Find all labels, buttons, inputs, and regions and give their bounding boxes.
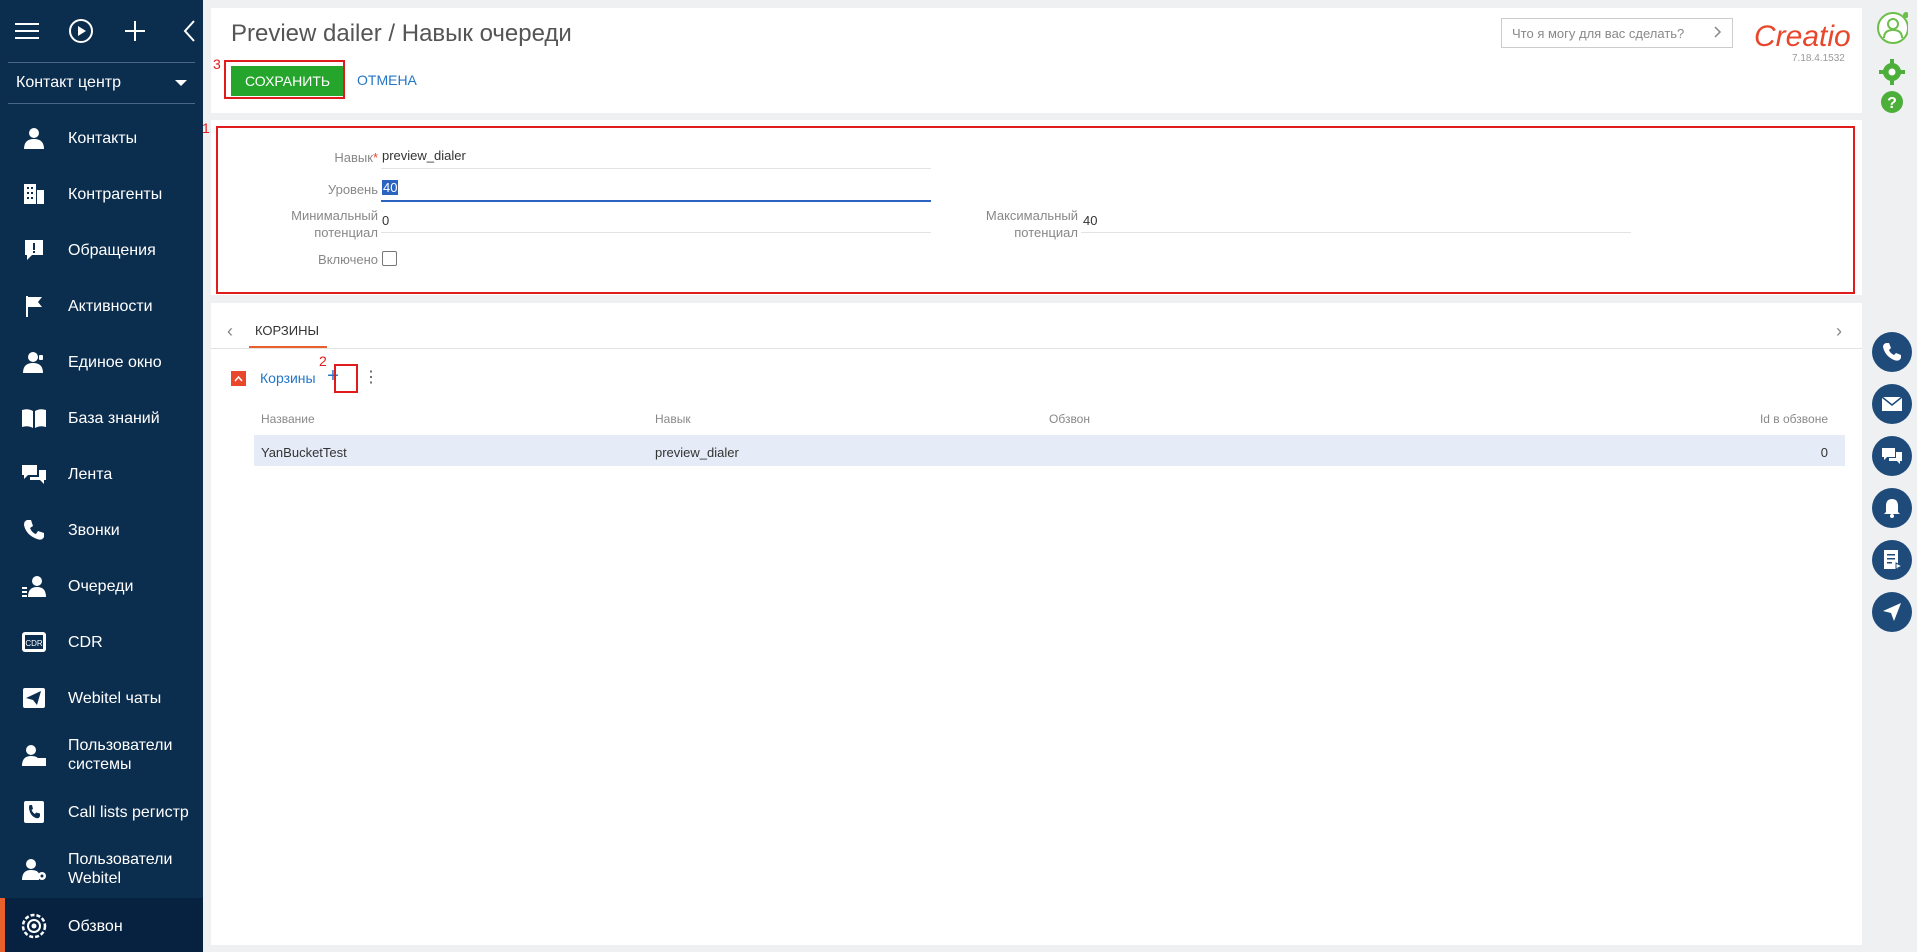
flag-icon <box>20 292 48 320</box>
phone-book-icon <box>20 798 48 826</box>
annotation-number-3: 3 <box>213 56 221 72</box>
sidebar-item-label: Пользователи системы <box>68 737 173 773</box>
bell-icon[interactable] <box>1872 488 1912 528</box>
chevron-down-icon <box>175 80 187 86</box>
tab-buckets[interactable]: КОРЗИНЫ <box>255 323 319 338</box>
email-button[interactable] <box>1872 384 1912 424</box>
collapse-group-icon[interactable] <box>231 371 246 386</box>
cancel-button[interactable]: ОТМЕНА <box>357 72 417 88</box>
queue-icon <box>20 572 48 600</box>
book-icon <box>20 404 48 432</box>
sidebar-item-label: Call lists регистр <box>68 803 189 821</box>
sidebar-item-single-window[interactable]: Единое окно <box>0 334 203 390</box>
sidebar-item-contacts[interactable]: Контакты <box>0 110 203 166</box>
person-icon <box>20 124 48 152</box>
send-icon[interactable] <box>1872 592 1912 632</box>
user-lock-icon <box>20 741 48 769</box>
sidebar-item-webitel-users[interactable]: Пользователи Webitel <box>0 840 203 898</box>
cdr-icon: CDR <box>20 628 48 656</box>
more-actions-icon[interactable]: ⋮ <box>363 367 379 387</box>
sidebar-item-label: CDR <box>68 633 103 651</box>
chat-icon <box>20 460 48 488</box>
svg-text:CDR: CDR <box>25 639 43 648</box>
sidebar-item-queues[interactable]: Очереди <box>0 558 203 614</box>
chevron-right-icon <box>1714 25 1722 41</box>
table-row[interactable] <box>254 435 1845 466</box>
annotation-number-1: 1 <box>202 120 210 136</box>
user-gear-icon <box>20 855 48 883</box>
sidebar-item-call-lists[interactable]: Call lists регистр <box>0 784 203 840</box>
plus-icon[interactable] <box>122 18 148 44</box>
sidebar-item-feed[interactable]: Лента <box>0 446 203 502</box>
right-panel: ? <box>1867 0 1917 952</box>
document-button[interactable] <box>1872 540 1912 580</box>
sidebar-item-label: Контакты <box>68 129 138 147</box>
sidebar: Контакт центр Контакты Контрагенты Обращ… <box>0 0 203 952</box>
workspace-label: Контакт центр <box>16 74 121 91</box>
alert-icon <box>20 236 48 264</box>
workspace-selector[interactable]: Контакт центр <box>8 62 195 104</box>
sidebar-item-label: Обращения <box>68 241 156 259</box>
column-header-id[interactable]: Id в обзвоне <box>1711 412 1828 426</box>
detail-section: ‹ КОРЗИНЫ › Корзины + ⋮ Название Навык О… <box>211 303 1862 945</box>
sidebar-item-label: Звонки <box>68 521 120 539</box>
tab-scroll-right-icon[interactable]: › <box>1836 321 1842 342</box>
sidebar-item-knowledge-base[interactable]: База знаний <box>0 390 203 446</box>
sidebar-item-label: Единое окно <box>68 353 162 371</box>
creatio-logo: Creatio <box>1754 20 1851 53</box>
sidebar-item-label: Лента <box>68 465 113 483</box>
sidebar-item-system-users[interactable]: Пользователи системы <box>0 726 203 784</box>
sidebar-item-label: Очереди <box>68 577 134 595</box>
agent-icon <box>20 348 48 376</box>
page-header: Preview dailer / Навык очереди СОХРАНИТЬ… <box>211 8 1862 113</box>
gear-icon[interactable] <box>1876 56 1908 88</box>
sidebar-item-dialer[interactable]: Обзвон <box>0 898 203 952</box>
sidebar-item-calls[interactable]: Звонки <box>0 502 203 558</box>
help-icon[interactable]: ? <box>1876 86 1908 118</box>
sidebar-item-label: Webitel чаты <box>68 689 162 707</box>
sidebar-item-accounts[interactable]: Контрагенты <box>0 166 203 222</box>
cell-skill: preview_dialer <box>655 445 739 460</box>
annotation-box-save <box>224 60 345 99</box>
sidebar-item-label: Контрагенты <box>68 185 163 203</box>
search-placeholder: Что я могу для вас сделать? <box>1512 25 1685 41</box>
sidebar-item-activities[interactable]: Активности <box>0 278 203 334</box>
send-icon <box>20 684 48 712</box>
tab-scroll-left-icon[interactable]: ‹ <box>227 321 233 342</box>
sidebar-item-cdr[interactable]: CDR CDR <box>0 614 203 670</box>
collapse-icon[interactable] <box>176 18 202 44</box>
phone-icon <box>20 516 48 544</box>
play-icon[interactable] <box>68 18 94 44</box>
annotation-box-add <box>334 364 358 393</box>
chat-button[interactable] <box>1872 436 1912 476</box>
sidebar-item-webitel-chats[interactable]: Webitel чаты <box>0 670 203 726</box>
sidebar-item-label: Обзвон <box>68 917 123 935</box>
svg-text:?: ? <box>1887 95 1897 112</box>
phone-call-button[interactable] <box>1872 332 1912 372</box>
column-header-name[interactable]: Название <box>261 412 315 426</box>
sidebar-item-label: Активности <box>68 297 153 315</box>
annotation-box-form <box>216 126 1855 294</box>
profile-icon[interactable] <box>1876 12 1908 44</box>
sidebar-item-label: База знаний <box>68 409 160 427</box>
annotation-number-2: 2 <box>319 353 327 369</box>
cell-id: 0 <box>1820 445 1828 460</box>
cell-name: YanBucketTest <box>261 445 347 460</box>
column-header-skill[interactable]: Навык <box>655 412 691 426</box>
menu-icon[interactable] <box>14 18 40 44</box>
column-header-dialer[interactable]: Обзвон <box>1049 412 1090 426</box>
target-icon <box>20 912 48 940</box>
version-label: 7.18.4.1532 <box>1792 53 1845 64</box>
command-search-input[interactable]: Что я могу для вас сделать? <box>1501 18 1733 48</box>
group-title[interactable]: Корзины <box>260 370 316 386</box>
sidebar-item-label: Пользователи Webitel <box>68 851 173 887</box>
page-title: Preview dailer / Навык очереди <box>231 20 572 47</box>
building-icon <box>20 180 48 208</box>
sidebar-item-cases[interactable]: Обращения <box>0 222 203 278</box>
